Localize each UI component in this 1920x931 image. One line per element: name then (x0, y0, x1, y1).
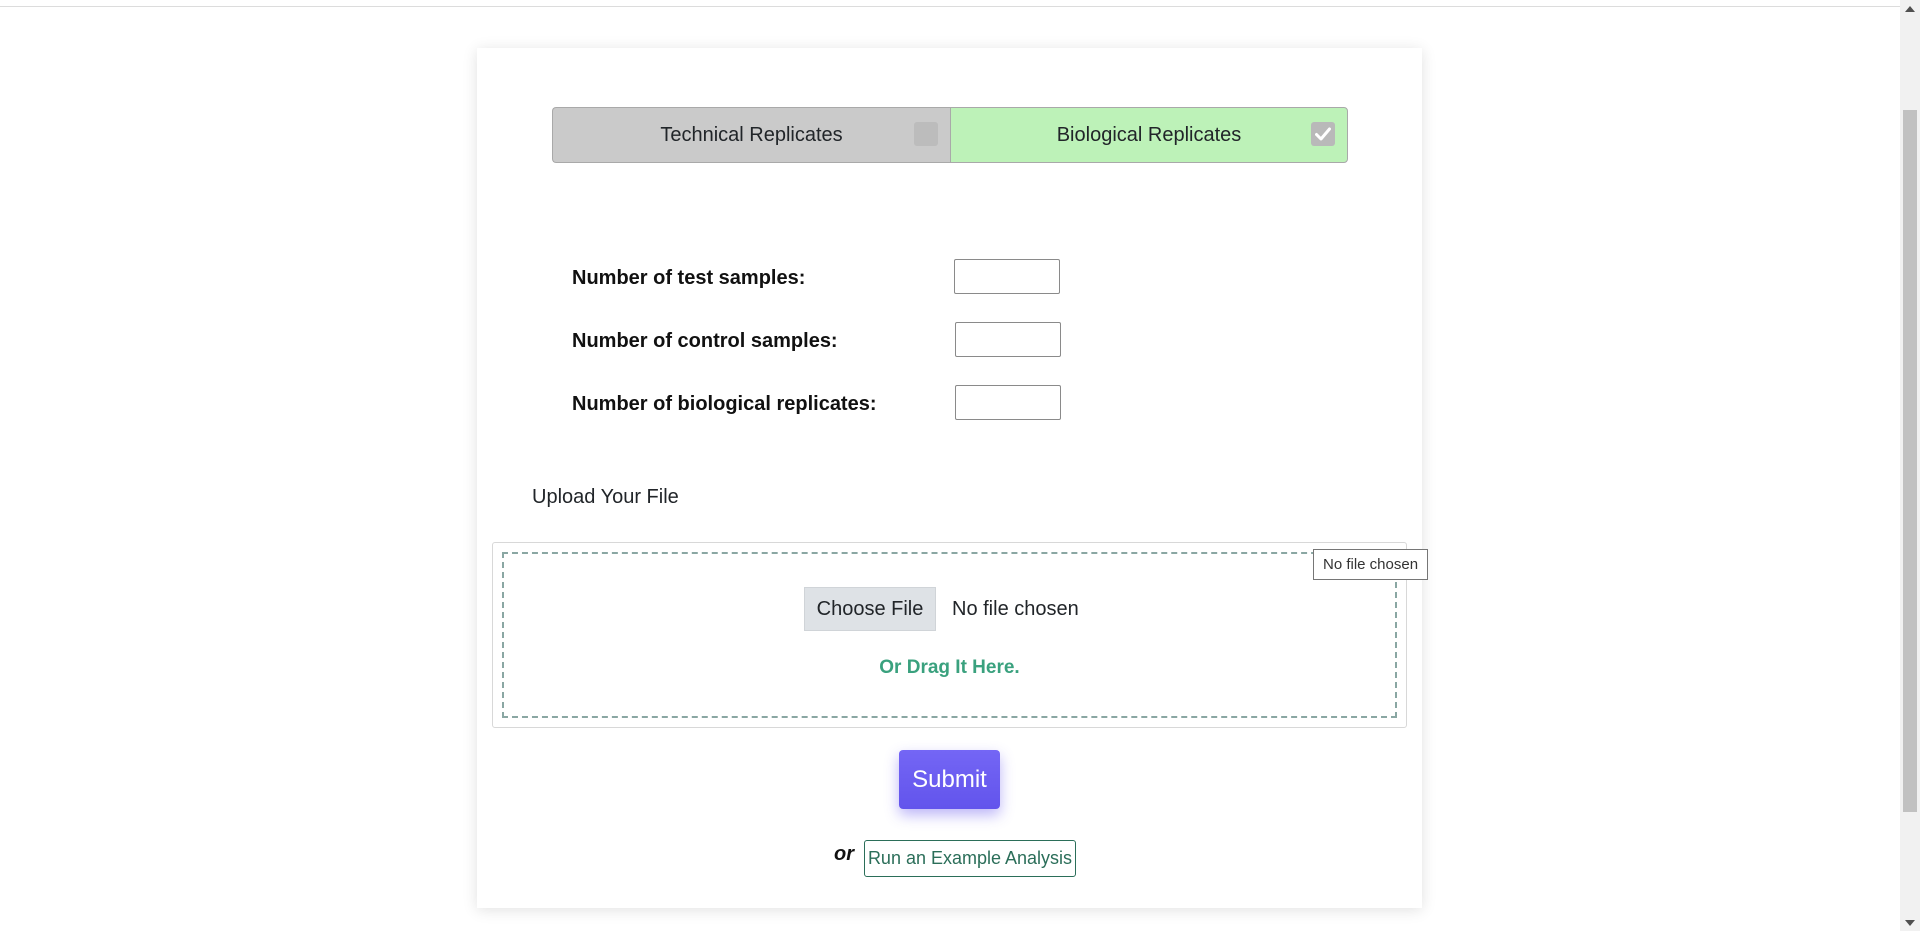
control-samples-row: Number of control samples: (572, 322, 1172, 360)
control-samples-input[interactable] (955, 322, 1061, 357)
upload-dropzone[interactable]: Choose File No file chosen Or Drag It He… (502, 552, 1397, 718)
technical-replicates-option[interactable]: Technical Replicates (552, 107, 950, 163)
vertical-scrollbar[interactable] (1900, 0, 1920, 931)
scroll-down-icon[interactable] (1900, 914, 1920, 931)
biological-replicates-option[interactable]: Biological Replicates (950, 107, 1348, 163)
scrollbar-thumb[interactable] (1903, 110, 1917, 812)
biological-replicates-checkbox[interactable] (1311, 122, 1335, 146)
test-samples-label: Number of test samples: (572, 267, 806, 289)
test-samples-row: Number of test samples: (572, 259, 1172, 297)
file-input[interactable]: Choose File No file chosen (804, 587, 1079, 631)
analysis-form-card: Technical Replicates Biological Replicat… (477, 48, 1429, 908)
or-separator: or (834, 843, 854, 865)
test-samples-input[interactable] (954, 259, 1060, 294)
technical-replicates-checkbox[interactable] (914, 122, 938, 146)
replicate-type-toggle: Technical Replicates Biological Replicat… (552, 107, 1348, 165)
checkmark-icon (1315, 127, 1331, 141)
file-input-tooltip: No file chosen (1313, 549, 1429, 580)
scroll-up-icon[interactable] (1900, 0, 1920, 17)
technical-replicates-label: Technical Replicates (660, 123, 843, 146)
drag-hint: Or Drag It Here. (879, 657, 1020, 678)
upload-title: Upload Your File (532, 486, 679, 508)
run-example-button[interactable]: Run an Example Analysis (864, 840, 1076, 877)
biological-replicates-input[interactable] (955, 385, 1061, 420)
top-border (0, 0, 1900, 7)
biological-replicates-count-label: Number of biological replicates: (572, 393, 877, 415)
file-status-text: No file chosen (952, 597, 1079, 620)
biological-replicates-row: Number of biological replicates: (572, 385, 1172, 423)
upload-dropzone-container: Choose File No file chosen Or Drag It He… (492, 542, 1429, 728)
choose-file-button[interactable]: Choose File (804, 587, 936, 631)
biological-replicates-label: Biological Replicates (1056, 123, 1242, 146)
control-samples-label: Number of control samples: (572, 330, 838, 352)
submit-button[interactable]: Submit (899, 750, 1000, 809)
